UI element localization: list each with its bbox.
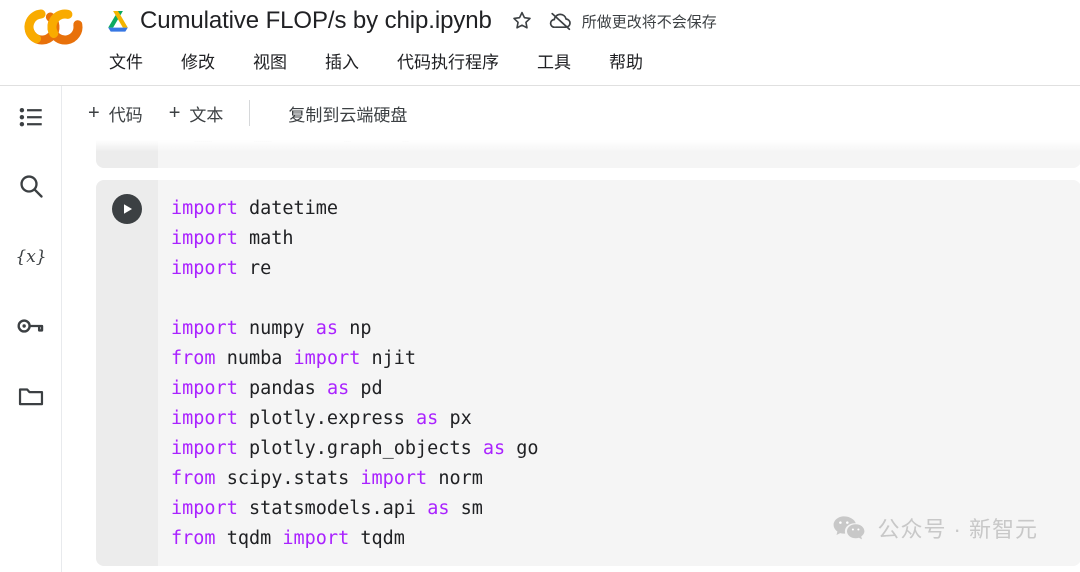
code-text: np	[338, 318, 371, 339]
run-cell-button[interactable]	[112, 194, 142, 224]
code-text: tqdm	[349, 528, 405, 549]
colab-logo[interactable]	[20, 6, 86, 48]
code-text: numpy	[238, 318, 316, 339]
copy-to-drive-button[interactable]: 复制到云端硬盘	[288, 101, 407, 126]
star-outline-icon[interactable]	[510, 9, 534, 33]
search-icon	[17, 172, 45, 200]
code-keyword: import	[171, 198, 238, 219]
code-text: statsmodels.api	[238, 498, 427, 519]
code-keyword: from	[171, 468, 216, 489]
code-text: pandas	[238, 378, 327, 399]
menu-tools[interactable]: 工具	[533, 48, 575, 73]
code-keyword: import	[171, 378, 238, 399]
code-keyword: from	[171, 528, 216, 549]
app-header: Cumulative FLOP/s by chip.ipynb 所做更改将不会保…	[0, 0, 1080, 86]
cloud-off-icon	[548, 9, 574, 33]
sidebar-item-search[interactable]	[7, 162, 55, 210]
code-text: pd	[349, 378, 382, 399]
sidebar-item-variables[interactable]: {x}	[7, 232, 55, 280]
menu-file[interactable]: 文件	[105, 48, 147, 73]
scroll-fade-overlay	[96, 140, 1080, 152]
code-text: norm	[427, 468, 483, 489]
code-keyword: import	[171, 258, 238, 279]
code-line	[171, 284, 1080, 314]
code-keyword: import	[171, 228, 238, 249]
left-sidebar: {x}	[0, 86, 62, 572]
code-keyword: as	[316, 318, 338, 339]
code-line: from tqdm import tqdm	[171, 524, 1080, 554]
variables-icon: {x}	[15, 242, 47, 270]
folder-icon	[17, 382, 45, 410]
code-text: math	[238, 228, 294, 249]
code-keyword: as	[416, 408, 438, 429]
code-text: sm	[449, 498, 482, 519]
code-text: px	[438, 408, 471, 429]
code-text: numba	[216, 348, 294, 369]
code-text: scipy.stats	[216, 468, 361, 489]
code-text: datetime	[238, 198, 338, 219]
code-editor[interactable]: import datetimeimport mathimport re impo…	[158, 180, 1080, 566]
sidebar-item-files[interactable]	[7, 372, 55, 420]
add-code-cell-button[interactable]: + 代码	[88, 101, 143, 126]
code-line: import datetime	[171, 194, 1080, 224]
code-line: import pandas as pd	[171, 374, 1080, 404]
document-title[interactable]: Cumulative FLOP/s by chip.ipynb	[140, 6, 492, 36]
add-code-cell-label: 代码	[109, 101, 143, 126]
run-play-icon	[118, 200, 136, 218]
key-icon	[16, 313, 46, 339]
code-text: go	[505, 438, 538, 459]
code-keyword: import	[282, 528, 349, 549]
plus-icon: +	[88, 103, 100, 123]
menu-bar: 文件 修改 视图 插入 代码执行程序 工具 帮助	[105, 44, 647, 76]
code-keyword: as	[327, 378, 349, 399]
code-keyword: import	[360, 468, 427, 489]
title-row: Cumulative FLOP/s by chip.ipynb 所做更改将不会保…	[105, 2, 717, 40]
code-text: plotly.express	[238, 408, 416, 429]
code-keyword: import	[294, 348, 361, 369]
code-line: import plotly.express as px	[171, 404, 1080, 434]
sidebar-item-toc[interactable]	[7, 92, 55, 140]
code-cell[interactable]: import datetimeimport mathimport re impo…	[96, 180, 1080, 566]
code-keyword: as	[483, 438, 505, 459]
save-status-text: 所做更改将不会保存	[582, 11, 717, 32]
add-text-cell-label: 文本	[189, 101, 223, 126]
code-text: plotly.graph_objects	[238, 438, 483, 459]
code-keyword: from	[171, 348, 216, 369]
code-line: import re	[171, 254, 1080, 284]
code-text: re	[238, 258, 271, 279]
code-text: njit	[360, 348, 416, 369]
add-text-cell-button[interactable]: + 文本	[169, 101, 224, 126]
code-keyword: import	[171, 408, 238, 429]
menu-runtime[interactable]: 代码执行程序	[393, 48, 503, 73]
code-keyword: import	[171, 438, 238, 459]
menu-view[interactable]: 视图	[249, 48, 291, 73]
notebook-scroll-area[interactable]: import datetimeimport mathimport re impo…	[63, 140, 1080, 572]
google-drive-icon	[105, 9, 131, 33]
colab-window: Cumulative FLOP/s by chip.ipynb 所做更改将不会保…	[0, 0, 1080, 572]
code-line: import plotly.graph_objects as go	[171, 434, 1080, 464]
code-line: from numba import njit	[171, 344, 1080, 374]
code-keyword: as	[427, 498, 449, 519]
code-line: from scipy.stats import norm	[171, 464, 1080, 494]
code-text: tqdm	[216, 528, 283, 549]
code-line: import numpy as np	[171, 314, 1080, 344]
sidebar-item-secrets[interactable]	[7, 302, 55, 350]
toolbar-divider	[249, 100, 250, 126]
code-keyword: import	[171, 498, 238, 519]
plus-icon: +	[169, 103, 181, 123]
table-of-contents-icon	[17, 102, 45, 130]
copy-to-drive-label: 复制到云端硬盘	[288, 101, 407, 126]
svg-text:{x}: {x}	[15, 247, 46, 267]
notebook-toolbar: + 代码 + 文本 复制到云端硬盘	[62, 86, 1080, 140]
menu-edit[interactable]: 修改	[177, 48, 219, 73]
menu-insert[interactable]: 插入	[321, 48, 363, 73]
code-keyword: import	[171, 318, 238, 339]
menu-help[interactable]: 帮助	[605, 48, 647, 73]
code-line: import statsmodels.api as sm	[171, 494, 1080, 524]
code-line: import math	[171, 224, 1080, 254]
code-cell-gutter	[96, 180, 158, 566]
